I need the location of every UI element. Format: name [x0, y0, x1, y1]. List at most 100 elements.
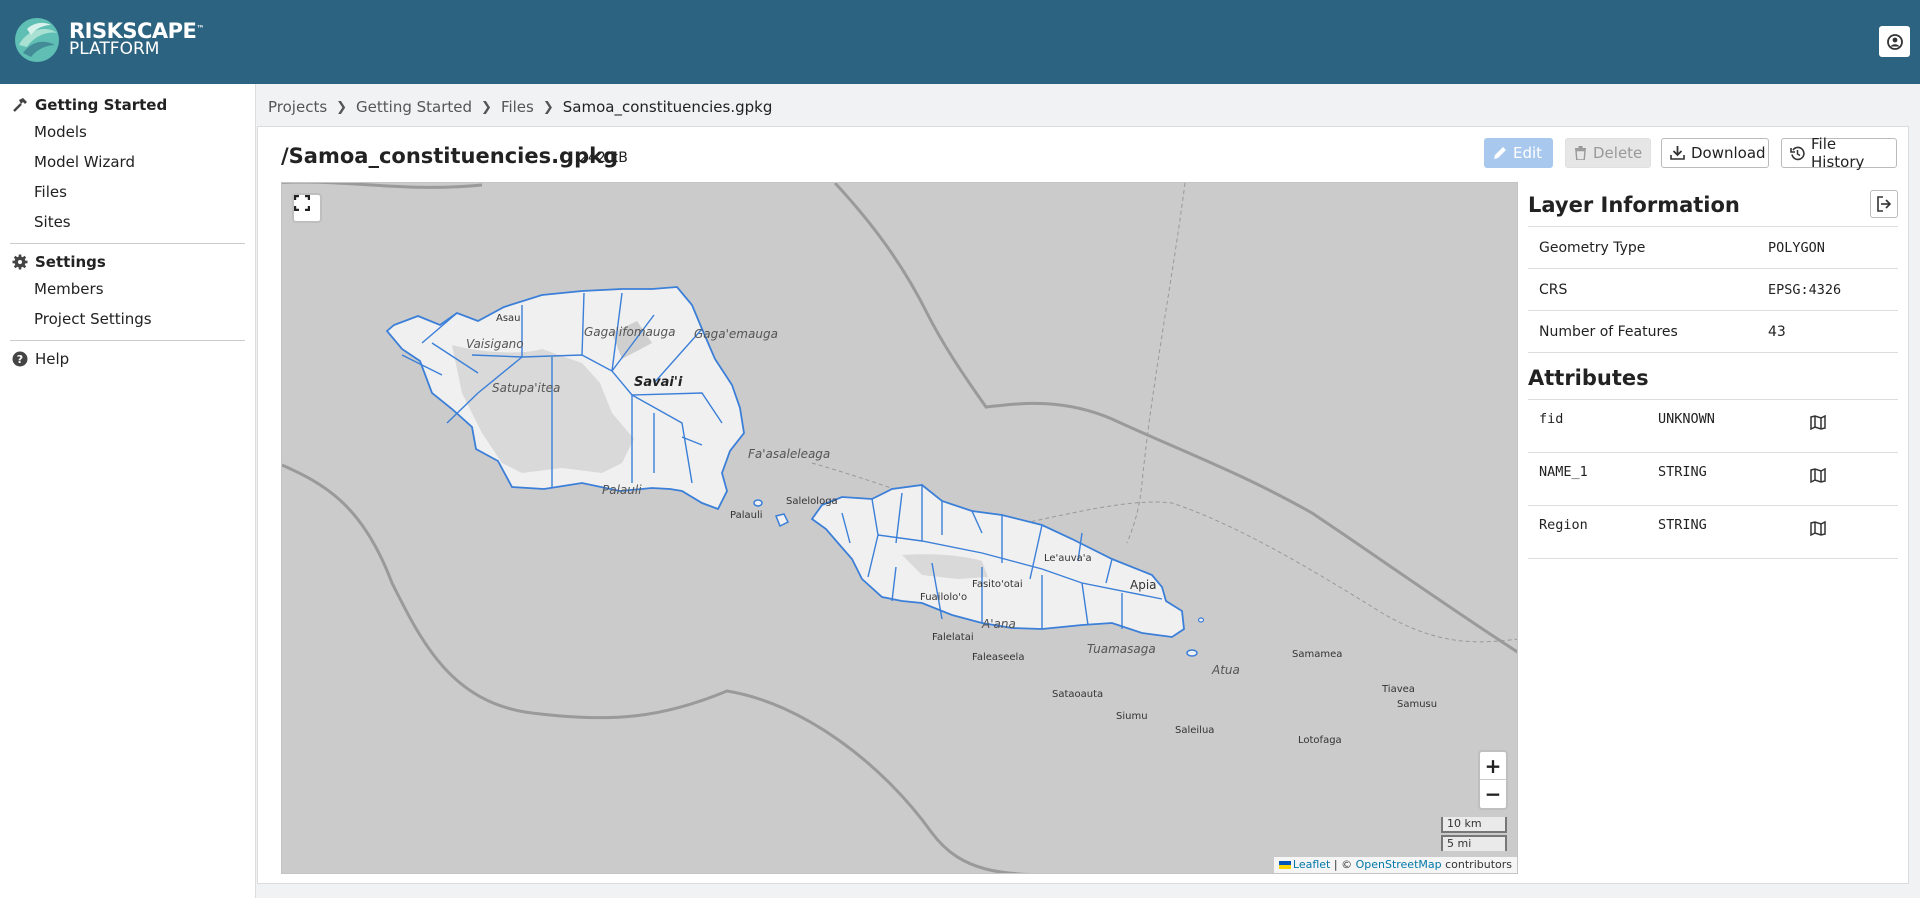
sidebar-item-members[interactable]: Members [0, 274, 255, 304]
geometry-type-value: POLYGON [1768, 239, 1825, 256]
attribute-name: Region [1539, 517, 1588, 533]
map-label-palauli: Palauli [730, 510, 763, 521]
collapse-panel-button[interactable] [1870, 190, 1898, 218]
table-row: Region STRING [1528, 505, 1898, 559]
sidebar-section-settings[interactable]: Settings [0, 250, 255, 274]
breadcrumb-current: Samoa_constituencies.gpkg [562, 98, 773, 116]
crs-value: EPSG:4326 [1768, 281, 1842, 298]
map-label-apia: Apia [1130, 578, 1157, 592]
show-on-map-button[interactable] [1810, 400, 1898, 453]
map-label-lotofaga: Lotofaga [1298, 735, 1342, 746]
sidebar-item-sites[interactable]: Sites [0, 207, 255, 237]
map-view[interactable]: Asau Gaga'ifomauga Gaga'emauga Vaisigano… [281, 182, 1518, 874]
table-row: Number of Features 43 [1528, 310, 1898, 353]
map-label-siumu: Siumu [1116, 711, 1148, 722]
zoom-control: + − [1478, 750, 1508, 810]
map-label-falelatai: Falelatai [932, 632, 974, 643]
sidebar-section-label: Settings [35, 253, 106, 271]
map-basemap [282, 183, 1517, 873]
map-label-samusu: Samusu [1397, 699, 1438, 710]
map-label-samamea: Samamea [1292, 649, 1343, 660]
edit-button[interactable]: Edit [1484, 138, 1553, 168]
attribution-separator: | © [1330, 858, 1356, 871]
file-card: /Samoa_constituencies.gpkg 242 kB Edit D… [257, 126, 1909, 884]
history-icon [1790, 146, 1805, 161]
feature-count-label: Number of Features [1539, 323, 1678, 340]
riskscape-logo[interactable]: RISKSCAPE™ PLATFORM [13, 15, 204, 65]
attributes-table: fid UNKNOWN NAME_1 STRING Region STRING [1528, 399, 1898, 559]
map-label-aana: A'ana [982, 617, 1016, 631]
sidebar-item-models[interactable]: Models [0, 117, 255, 147]
map-label-gagaemauga: Gaga'emauga [694, 327, 778, 341]
attribute-type: STRING [1658, 517, 1707, 533]
chevron-right-icon: ❯ [336, 99, 348, 115]
map-label-asau: Asau [496, 313, 521, 324]
download-button[interactable]: Download [1661, 138, 1769, 168]
attributes-heading: Attributes [1528, 366, 1649, 390]
zoom-in-button[interactable]: + [1480, 752, 1506, 780]
svg-text:?: ? [17, 353, 23, 366]
map-label-atua: Atua [1212, 663, 1240, 677]
layer-panel: Layer Information Geometry Type POLYGON … [1528, 182, 1898, 559]
chevron-right-icon: ❯ [481, 99, 492, 115]
fullscreen-button[interactable] [292, 193, 322, 223]
main-content: Projects ❯ Getting Started ❯ Files ❯ Sam… [256, 84, 1920, 898]
zoom-out-button[interactable]: − [1480, 780, 1506, 808]
breadcrumb-files[interactable]: Files [501, 98, 534, 116]
sidebar-divider [10, 243, 245, 244]
sign-out-icon [1877, 196, 1892, 212]
map-label-salelua: Saleilua [1175, 725, 1215, 736]
crs-label: CRS [1539, 281, 1568, 298]
map-label-faasaleleaga: Fa'asaleleaga [748, 447, 831, 461]
table-row: Geometry Type POLYGON [1528, 226, 1898, 269]
gear-icon [11, 253, 29, 271]
sidebar-item-project-settings[interactable]: Project Settings [0, 304, 255, 334]
attribution-tail: contributors [1441, 858, 1512, 871]
scale-bar-km: 10 km [1441, 817, 1507, 833]
delete-button[interactable]: Delete [1565, 138, 1651, 168]
logo-text: RISKSCAPE™ PLATFORM [69, 19, 204, 59]
edit-button-label: Edit [1513, 144, 1543, 162]
sidebar-item-files[interactable]: Files [0, 177, 255, 207]
trash-icon [1574, 146, 1587, 160]
sidebar-item-model-wizard[interactable]: Model Wizard [0, 147, 255, 177]
scale-bar-mi: 5 mi [1441, 835, 1507, 851]
map-icon [1810, 467, 1826, 484]
breadcrumb-getting-started[interactable]: Getting Started [356, 98, 472, 116]
sidebar-section-label: Help [35, 350, 70, 368]
user-circle-icon [1886, 33, 1903, 50]
riskscape-logo-icon [15, 18, 59, 62]
map-label-satoalepai: Sataoauta [1052, 689, 1104, 700]
leaflet-link[interactable]: Leaflet [1293, 858, 1330, 871]
map-label-salelologa: Salelologa [786, 496, 838, 507]
attribute-name: NAME_1 [1539, 464, 1588, 480]
map-label-palauli-region: Palauli [602, 483, 642, 497]
map-attribution: Leaflet | © OpenStreetMap contributors [1273, 857, 1517, 873]
osm-link[interactable]: OpenStreetMap [1356, 858, 1442, 871]
sidebar-section-getting-started[interactable]: Getting Started [0, 93, 255, 117]
breadcrumb-projects[interactable]: Projects [268, 98, 327, 116]
map-label-faleaseela: Faleaseela [972, 652, 1025, 663]
delete-button-label: Delete [1593, 144, 1643, 162]
show-on-map-button[interactable] [1810, 453, 1898, 506]
map-label-tiavea: Tiavea [1382, 684, 1415, 695]
geometry-type-label: Geometry Type [1539, 239, 1646, 256]
ukraine-flag-icon [1278, 861, 1291, 869]
attribute-type: UNKNOWN [1658, 411, 1715, 427]
map-label-tuamasaga: Tuamasaga [1087, 642, 1156, 656]
file-history-button-label: File History [1811, 135, 1865, 171]
map-label-fasitootai: Fasito'otai [972, 579, 1023, 590]
layer-info-table: Geometry Type POLYGON CRS EPSG:4326 Numb… [1528, 226, 1898, 353]
map-label-vaisigano: Vaisigano [466, 337, 524, 351]
file-size: 242 kB [579, 150, 628, 166]
breadcrumb: Projects ❯ Getting Started ❯ Files ❯ Sam… [268, 96, 772, 118]
file-history-button[interactable]: File History [1781, 135, 1897, 171]
user-menu-button[interactable] [1879, 26, 1910, 57]
attribute-name: fid [1539, 411, 1564, 427]
map-icon [1810, 520, 1826, 537]
sidebar-section-help[interactable]: ? Help [0, 347, 255, 371]
download-icon [1670, 146, 1685, 160]
attribute-type: STRING [1658, 464, 1707, 480]
map-label-leauvaa: Le'auva'a [1044, 553, 1092, 564]
show-on-map-button[interactable] [1810, 506, 1898, 559]
